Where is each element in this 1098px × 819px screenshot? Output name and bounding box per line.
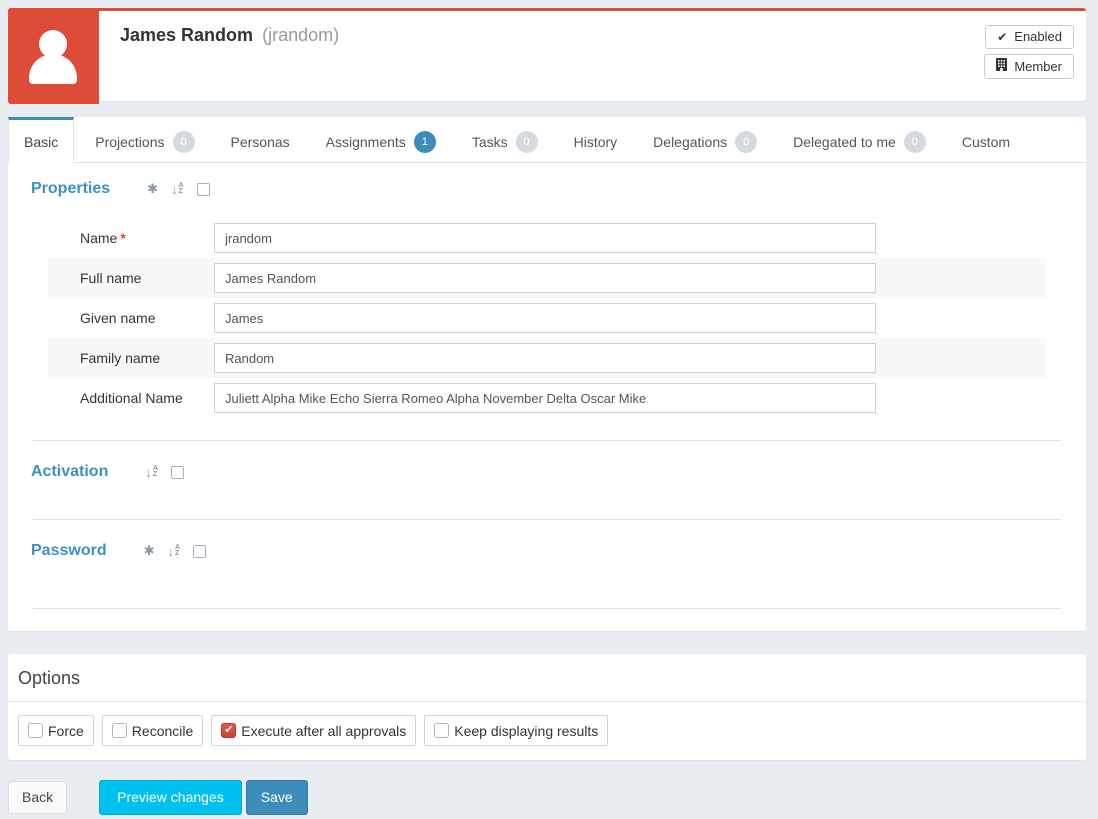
tab-delegated-to-me-count: 0 [904, 131, 926, 153]
tab-history[interactable]: History [559, 117, 633, 163]
form-row-additional-name: Additional Name [48, 378, 1046, 418]
name-field[interactable] [214, 223, 876, 253]
user-summary-panel: James Random (jrandom) ✔ Enabled Member [8, 8, 1086, 101]
section-password-title: Password [31, 540, 107, 562]
footer-actions: Back Preview changes Save [8, 780, 1086, 815]
divider [33, 608, 1061, 609]
form-row-name: Name* [48, 218, 1046, 258]
option-execute-after-all-approvals[interactable]: Execute after all approvals [211, 715, 416, 746]
section-password-checkbox[interactable] [193, 545, 206, 558]
section-activation-title: Activation [31, 461, 108, 483]
checkbox-unchecked-icon[interactable] [434, 723, 449, 738]
divider [33, 440, 1061, 441]
user-avatar-icon [8, 8, 99, 104]
tab-delegations-count: 0 [735, 131, 757, 153]
tab-projections-count: 0 [173, 131, 195, 153]
tab-projections[interactable]: Projections0 [80, 117, 209, 163]
checkbox-checked-icon[interactable] [221, 723, 236, 738]
full-name-field[interactable] [214, 263, 876, 293]
status-badge-enabled: ✔ Enabled [985, 25, 1074, 49]
tab-assignments-count: 1 [414, 131, 436, 153]
checkbox-unchecked-icon[interactable] [28, 723, 43, 738]
tab-basic[interactable]: Basic [8, 117, 74, 163]
form-row-family-name: Family name [48, 338, 1046, 378]
option-force[interactable]: Force [18, 715, 94, 746]
section-properties-title: Properties [31, 178, 110, 200]
family-name-field[interactable] [214, 343, 876, 373]
section-activation-checkbox[interactable] [171, 466, 184, 479]
object-details-panel: Basic Projections0 Personas Assignments1… [8, 117, 1086, 631]
tab-tasks-count: 0 [516, 131, 538, 153]
options-panel: Options Force Reconcile Execute after al… [8, 654, 1086, 760]
status-badge-member: Member [984, 54, 1074, 79]
tab-delegations[interactable]: Delegations0 [638, 117, 772, 163]
checkbox-unchecked-icon[interactable] [112, 723, 127, 738]
tab-content-basic: Properties ✱ ↓AZ Name* Full name Given [8, 163, 1086, 631]
check-icon: ✔ [997, 29, 1007, 45]
tab-personas[interactable]: Personas [216, 117, 305, 163]
form-row-given-name: Given name [48, 298, 1046, 338]
preview-changes-button[interactable]: Preview changes [99, 780, 242, 815]
tab-tasks[interactable]: Tasks0 [457, 117, 553, 163]
section-password-header: Password ✱ ↓AZ [23, 540, 1071, 562]
option-reconcile[interactable]: Reconcile [102, 715, 203, 746]
options-title: Options [8, 654, 1086, 702]
sort-alpha-icon[interactable]: ↓AZ [145, 465, 158, 480]
required-mark: * [120, 230, 125, 246]
tab-delegated-to-me[interactable]: Delegated to me0 [778, 117, 941, 163]
show-empty-fields-icon[interactable]: ✱ [144, 543, 155, 559]
user-display-name: James Random [120, 25, 253, 45]
status-badges: ✔ Enabled Member [984, 25, 1074, 79]
section-properties-header: Properties ✱ ↓AZ [23, 178, 1071, 200]
sort-alpha-icon[interactable]: ↓AZ [168, 544, 181, 559]
tab-custom[interactable]: Custom [947, 117, 1025, 163]
option-keep-displaying-results[interactable]: Keep displaying results [424, 715, 608, 746]
save-button[interactable]: Save [246, 780, 308, 815]
show-empty-fields-icon[interactable]: ✱ [147, 181, 158, 197]
form-row-full-name: Full name [48, 258, 1046, 298]
page-title: James Random (jrandom) [120, 25, 339, 79]
building-icon [996, 58, 1007, 75]
section-activation-header: Activation ↓AZ [23, 461, 1071, 483]
given-name-field[interactable] [214, 303, 876, 333]
sort-alpha-icon[interactable]: ↓AZ [171, 182, 184, 197]
user-login-name: (jrandom) [262, 25, 339, 45]
tab-assignments[interactable]: Assignments1 [311, 117, 451, 163]
section-properties-checkbox[interactable] [197, 183, 210, 196]
properties-form: Name* Full name Given name Family name A… [48, 218, 1046, 418]
back-button[interactable]: Back [8, 781, 67, 814]
page: James Random (jrandom) ✔ Enabled Member … [0, 0, 1098, 815]
divider [33, 519, 1061, 520]
tabbar: Basic Projections0 Personas Assignments1… [8, 117, 1086, 163]
additional-name-field[interactable] [214, 383, 876, 413]
